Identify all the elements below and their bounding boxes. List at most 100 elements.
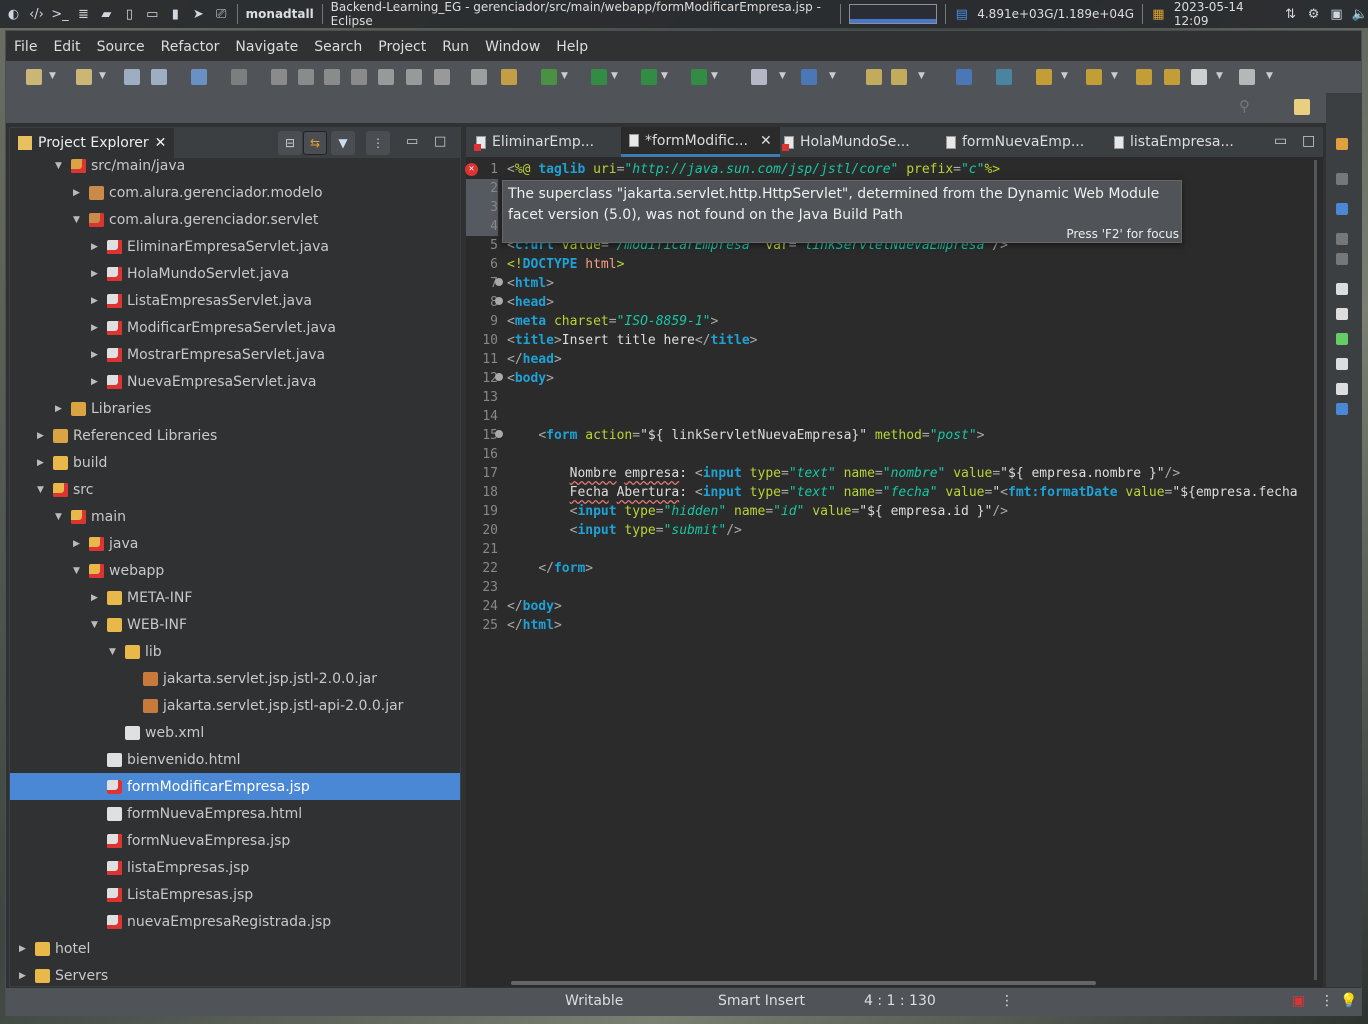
toolbar-button-icon[interactable] <box>956 69 972 85</box>
problems-icon[interactable]: ▣ <box>1292 993 1305 1009</box>
code-line[interactable]: <head> <box>507 293 554 312</box>
toolbar-button-icon[interactable] <box>378 69 394 85</box>
chevron-right-icon[interactable]: ▶ <box>91 377 98 387</box>
gear-icon[interactable]: ⚙ <box>1306 6 1321 22</box>
tree-item[interactable]: ▶ Servers <box>10 962 460 989</box>
chevron-right-icon[interactable]: ▶ <box>91 593 98 603</box>
tree-item[interactable]: ▼ com.alura.gerenciador.servlet <box>10 206 460 233</box>
toolbar-button-icon[interactable] <box>866 69 882 85</box>
tree-item[interactable]: ▶ hotel <box>10 935 460 962</box>
tree-item[interactable]: nuevaEmpresaRegistrada.jsp <box>10 908 460 935</box>
dropdown-arrow-icon[interactable]: ▼ <box>918 71 925 81</box>
toolbar-button-icon[interactable] <box>1036 69 1052 85</box>
fold-toggle-icon[interactable] <box>495 278 503 286</box>
screen-icon[interactable]: ⎚ <box>214 6 229 22</box>
toolbar-button-icon[interactable] <box>996 69 1012 85</box>
toolbar-button-icon[interactable] <box>1191 69 1207 85</box>
tree-item[interactable]: web.xml <box>10 719 460 746</box>
tree-item[interactable]: ▶ HolaMundoServlet.java <box>10 260 460 287</box>
toolbar-button-icon[interactable] <box>406 69 422 85</box>
tree-item[interactable]: ▶ build <box>10 449 460 476</box>
editor-tab[interactable]: formNuevaEmp... <box>938 127 1092 157</box>
tree-item[interactable]: ▼ WEB-INF <box>10 611 460 638</box>
fold-toggle-icon[interactable] <box>495 430 503 438</box>
close-icon[interactable]: ✕ <box>155 135 167 151</box>
trim-view-icon[interactable] <box>1336 138 1348 150</box>
dropdown-arrow-icon[interactable]: ▼ <box>779 71 786 81</box>
menu-help[interactable]: Help <box>548 39 596 55</box>
code-line[interactable]: <input type="hidden" name="id" value="${… <box>507 502 1008 521</box>
chevron-down-icon[interactable]: ▼ <box>91 620 98 630</box>
horizontal-scrollbar[interactable] <box>511 981 1096 985</box>
code-icon[interactable]: ‹/› <box>29 6 44 22</box>
toolbar-button-icon[interactable] <box>151 69 167 85</box>
toolbar-button-icon[interactable] <box>801 69 817 85</box>
toolbar-button-icon[interactable] <box>324 69 340 85</box>
maximize-button[interactable]: □ <box>434 134 446 149</box>
error-marker-icon[interactable]: ✕ <box>465 163 478 176</box>
toolbar-button-icon[interactable] <box>1164 69 1180 85</box>
tree-item[interactable]: ▼ webapp <box>10 557 460 584</box>
folder-icon[interactable]: ▰ <box>99 6 114 22</box>
tree-item[interactable]: ▶ EliminarEmpresaServlet.java <box>10 233 460 260</box>
list-icon[interactable]: ≣ <box>76 6 91 22</box>
code-line[interactable]: </body> <box>507 597 562 616</box>
code-line[interactable]: Nombre empresa: <input type="text" name=… <box>507 464 1181 483</box>
tree-item[interactable]: ▼ lib <box>10 638 460 665</box>
code-line[interactable]: <form action="${ linkServletNuevaEmpresa… <box>507 426 984 445</box>
status-menu-icon[interactable]: ⋮ <box>1320 993 1334 1009</box>
tree-item[interactable]: bienvenido.html <box>10 746 460 773</box>
maximize-button[interactable]: □ <box>1302 133 1315 149</box>
toolbar-button-icon[interactable] <box>891 69 907 85</box>
editor-tab[interactable]: listaEmpresa... <box>1106 127 1242 157</box>
trim-view-icon[interactable] <box>1336 403 1348 415</box>
chevron-right-icon[interactable]: ▶ <box>73 539 80 549</box>
toolbar-button-icon[interactable] <box>541 69 557 85</box>
tree-item[interactable]: formNuevaEmpresa.jsp <box>10 827 460 854</box>
toolbar-button-icon[interactable] <box>298 69 314 85</box>
tree-item[interactable]: ▶ Referenced Libraries <box>10 422 460 449</box>
open-perspective-icon[interactable] <box>1294 99 1310 115</box>
lightbulb-icon[interactable]: 💡 <box>1340 993 1357 1009</box>
tree-item[interactable]: ListaEmpresas.jsp <box>10 881 460 908</box>
menu-run[interactable]: Run <box>434 39 477 55</box>
document-icon[interactable]: ▯ <box>122 6 137 22</box>
code-line[interactable]: </head> <box>507 350 562 369</box>
minimize-button[interactable]: ▭ <box>1274 133 1287 149</box>
menu-project[interactable]: Project <box>370 39 434 55</box>
telegram-icon[interactable]: ➤ <box>191 6 206 22</box>
chevron-right-icon[interactable]: ▶ <box>91 323 98 333</box>
tree-item[interactable]: ▶ Libraries <box>10 395 460 422</box>
code-line[interactable]: <html> <box>507 274 554 293</box>
dropdown-arrow-icon[interactable]: ▼ <box>611 71 618 81</box>
tree-item[interactable]: formNuevaEmpresa.html <box>10 800 460 827</box>
chevron-right-icon[interactable]: ▶ <box>19 971 26 981</box>
toolbar-button-icon[interactable] <box>1086 69 1102 85</box>
toolbar-button-icon[interactable] <box>1136 69 1152 85</box>
toolbar-button-icon[interactable] <box>76 69 92 85</box>
code-line[interactable]: <%@ taglib uri="http://java.sun.com/jsp/… <box>507 160 1000 179</box>
tree-item[interactable]: ▼ src <box>10 476 460 503</box>
toolbar-button-icon[interactable] <box>351 69 367 85</box>
editor-tab[interactable]: *formModific... ✕ <box>621 127 780 157</box>
dropdown-arrow-icon[interactable]: ▼ <box>829 71 836 81</box>
menu-source[interactable]: Source <box>89 39 153 55</box>
terminal-icon[interactable]: >_ <box>51 6 68 22</box>
tree-item[interactable]: ▼ main <box>10 503 460 530</box>
status-menu-icon[interactable]: ⋮ <box>1000 993 1014 1009</box>
tree-item[interactable]: ▶ java <box>10 530 460 557</box>
code-line[interactable]: </form> <box>507 559 593 578</box>
code-line[interactable]: <input type="submit"/> <box>507 521 742 540</box>
tree-item[interactable]: listaEmpresas.jsp <box>10 854 460 881</box>
chevron-down-icon[interactable]: ▼ <box>73 566 80 576</box>
close-icon[interactable]: ✕ <box>760 133 772 149</box>
chevron-right-icon[interactable]: ▶ <box>37 431 44 441</box>
trim-view-icon[interactable] <box>1336 173 1348 185</box>
dropdown-arrow-icon[interactable]: ▼ <box>1111 71 1118 81</box>
dropdown-arrow-icon[interactable]: ▼ <box>1266 71 1273 81</box>
toolbar-button-icon[interactable] <box>231 69 247 85</box>
trim-view-icon[interactable] <box>1336 253 1348 265</box>
toolbar-button-icon[interactable] <box>691 69 707 85</box>
tree-item[interactable]: formModificarEmpresa.jsp <box>10 773 460 800</box>
tree-item[interactable]: ▶ ListaEmpresasServlet.java <box>10 287 460 314</box>
